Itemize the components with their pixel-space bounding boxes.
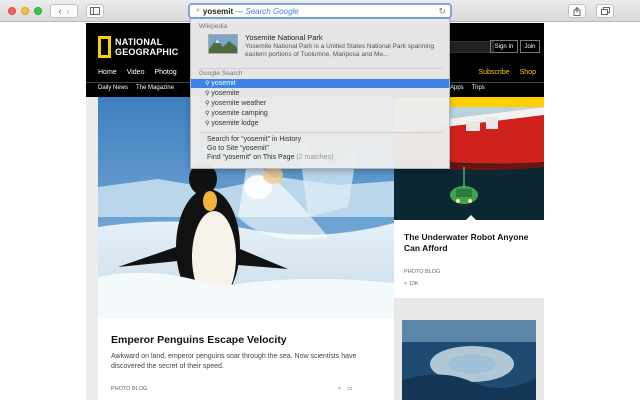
side-article-card[interactable]: The Underwater Robot Anyone Can Afford P… <box>394 215 544 298</box>
tabs-overview-button[interactable] <box>596 4 614 18</box>
wikipedia-result-description[interactable]: Yosemite National Park is a United State… <box>245 43 445 59</box>
suggestion-label: yosemit <box>211 80 236 87</box>
secondary-nav-right: Apps Trips <box>450 85 485 91</box>
suggestion-item[interactable]: ⚲ yosemite <box>191 89 449 98</box>
suggestion-item[interactable]: ⚲ yosemit <box>191 79 449 88</box>
search-icon: ⚲ <box>205 81 210 87</box>
side-article-category[interactable]: PHOTO BLOG <box>404 269 440 275</box>
back-forward-buttons[interactable]: ‹ › <box>50 4 78 18</box>
sidebar-icon <box>90 7 100 15</box>
suggestion-label: yosemite lodge <box>211 120 259 127</box>
nav-item-trips[interactable]: Trips <box>472 85 485 91</box>
google-search-section-label: Google Search <box>199 70 243 77</box>
find-match-count: (2 matches) <box>296 154 334 161</box>
card-pointer <box>466 215 476 220</box>
find-on-page-option[interactable]: Find “yosemit” on This Page (2 matches) <box>207 154 333 161</box>
suggestion-item[interactable]: ⚲ yosemite camping <box>191 109 449 118</box>
find-on-page-label: Find “yosemit” on This Page <box>207 154 295 161</box>
comment-icon[interactable]: ▭ <box>347 386 352 392</box>
primary-nav: Home Video Photog <box>98 69 177 76</box>
main-article-actions: < ▭ <box>338 386 352 392</box>
dropdown-divider <box>199 68 443 69</box>
go-to-site-option[interactable]: Go to Site “yosemit” <box>207 145 269 152</box>
sidebar-toggle-button[interactable] <box>86 4 104 18</box>
share-icon[interactable]: < <box>338 386 341 392</box>
suggestion-label: yosemite <box>211 90 240 97</box>
logo-text: NATIONAL GEOGRAPHIC <box>115 37 179 57</box>
share-icon <box>573 6 581 16</box>
nav-item-subscribe[interactable]: Subscribe <box>479 69 510 76</box>
tabs-icon <box>600 7 610 15</box>
logo-line-1: NATIONAL <box>115 37 163 47</box>
side-article-title[interactable]: The Underwater Robot Anyone Can Afford <box>404 232 536 254</box>
wikipedia-thumbnail[interactable] <box>208 34 238 54</box>
sign-in-button[interactable]: Sign In <box>490 40 518 53</box>
side-article-share-count[interactable]: < 13K <box>404 281 419 287</box>
nav-item-shop[interactable]: Shop <box>520 69 536 76</box>
wave-photo <box>402 320 536 400</box>
logo-frame-icon <box>98 36 111 58</box>
secondary-nav: Daily News The Magazine <box>98 85 174 91</box>
search-icon: ⚲ <box>205 91 210 97</box>
suggestion-label: yosemite weather <box>211 100 267 107</box>
wikipedia-section-label: Wikipedia <box>199 23 228 30</box>
nav-item-magazine[interactable]: The Magazine <box>136 85 174 91</box>
share-button[interactable] <box>568 4 586 18</box>
main-article-description: Awkward on land, emperor penguins soar t… <box>111 353 357 370</box>
page-margin-left-top <box>0 23 86 97</box>
search-icon: ⚲ <box>205 101 210 107</box>
ocean-wave-image[interactable] <box>402 320 536 400</box>
main-article-category[interactable]: PHOTO BLOG <box>111 386 147 392</box>
nav-item-apps[interactable]: Apps <box>450 85 464 91</box>
search-icon: ⚲ <box>205 121 210 127</box>
address-query: yosemit <box>202 6 234 16</box>
yosemite-thumbnail-image <box>209 35 237 53</box>
join-button[interactable]: Join <box>520 40 540 53</box>
logo-line-2: GEOGRAPHIC <box>115 47 179 57</box>
nav-item-home[interactable]: Home <box>98 69 117 76</box>
main-article-card[interactable]: Emperor Penguins Escape Velocity Awkward… <box>98 319 394 400</box>
wikipedia-result-title[interactable]: Yosemite National Park <box>245 33 323 42</box>
close-window-button[interactable] <box>8 7 16 15</box>
primary-nav-right: Subscribe Shop <box>479 69 537 76</box>
site-logo[interactable]: NATIONAL GEOGRAPHIC <box>98 36 179 58</box>
nav-item-daily-news[interactable]: Daily News <box>98 85 128 91</box>
dropdown-divider <box>199 132 443 133</box>
search-history-option[interactable]: Search for “yosemit” in History <box>207 136 301 143</box>
site-search-input[interactable] <box>446 41 494 53</box>
chevron-left-icon[interactable]: ‹ <box>58 6 61 16</box>
reload-icon[interactable]: ↻ <box>438 6 446 17</box>
suggestion-item[interactable]: ⚲ yosemite lodge <box>191 119 449 128</box>
nav-item-video[interactable]: Video <box>127 69 145 76</box>
zoom-window-button[interactable] <box>34 7 42 15</box>
nav-item-photography[interactable]: Photog <box>154 69 176 76</box>
address-suggestions-dropdown: Wikipedia Yosemite National Park Yosemit… <box>190 19 450 169</box>
minimize-window-button[interactable] <box>21 7 29 15</box>
suggestion-label: yosemite camping <box>211 110 268 117</box>
search-icon: ⚲ <box>205 111 210 117</box>
search-icon: ⌕ <box>196 7 200 14</box>
chevron-right-icon[interactable]: › <box>67 6 70 16</box>
address-hint: — Search Google <box>235 6 299 16</box>
suggestion-item[interactable]: ⚲ yosemite weather <box>191 99 449 108</box>
main-article-title[interactable]: Emperor Penguins Escape Velocity <box>111 334 287 346</box>
address-bar[interactable]: ⌕ yosemit — Search Google ↻ <box>188 3 452 19</box>
